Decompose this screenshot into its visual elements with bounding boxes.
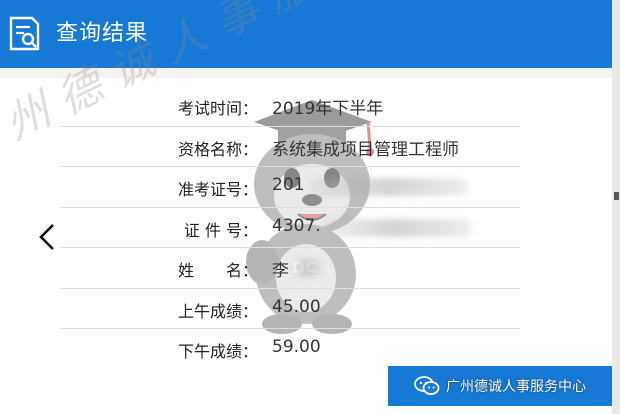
document-search-icon [9,16,40,51]
value-exam-time: 2019年下半年 [272,99,384,119]
redaction-blur [310,178,468,196]
row-name: 姓 名： 李 [60,248,520,289]
value-id-number: 4307. [272,215,321,236]
row-admission-number: 准考证号： 201 [60,167,520,208]
value-morning-score: 45.00 [272,296,321,317]
wechat-account-name: 广州德诚人事服务中心 [446,379,586,395]
redaction-blur [292,259,322,277]
chevron-left-icon[interactable] [36,222,58,252]
label-id-number: 证 件 号： [183,220,258,240]
value-admission-number: 201 [272,175,305,195]
label-morning-score: 上午成绩： [177,301,258,321]
right-edge [612,0,620,414]
wechat-icon [414,374,440,398]
wechat-account-badge: 广州德诚人事服务中心 [414,368,616,404]
row-afternoon-score: 下午成绩： 59.00 [60,329,520,369]
value-name: 李 [272,261,289,281]
row-id-number: 证 件 号： 4307. [60,208,520,248]
redaction-blur [322,218,472,237]
value-afternoon-score: 59.00 [272,337,321,357]
row-exam-time: 考试时间： 2019年下半年 [60,86,520,127]
label-afternoon-score: 下午成绩： [177,342,258,361]
label-exam-time: 考试时间： [177,99,258,118]
label-name: 姓 名： [177,261,258,280]
label-admission-number: 准考证号： [177,180,258,199]
value-qualification: 系统集成项目管理工程师 [272,139,459,160]
result-table: 考试时间： 2019年下半年 资格名称： 系统集成项目管理工程师 准考证号： 2… [60,86,520,369]
row-qualification: 资格名称： 系统集成项目管理工程师 [60,127,520,167]
label-qualification: 资格名称： [177,139,258,159]
row-morning-score: 上午成绩： 45.00 [60,289,520,329]
